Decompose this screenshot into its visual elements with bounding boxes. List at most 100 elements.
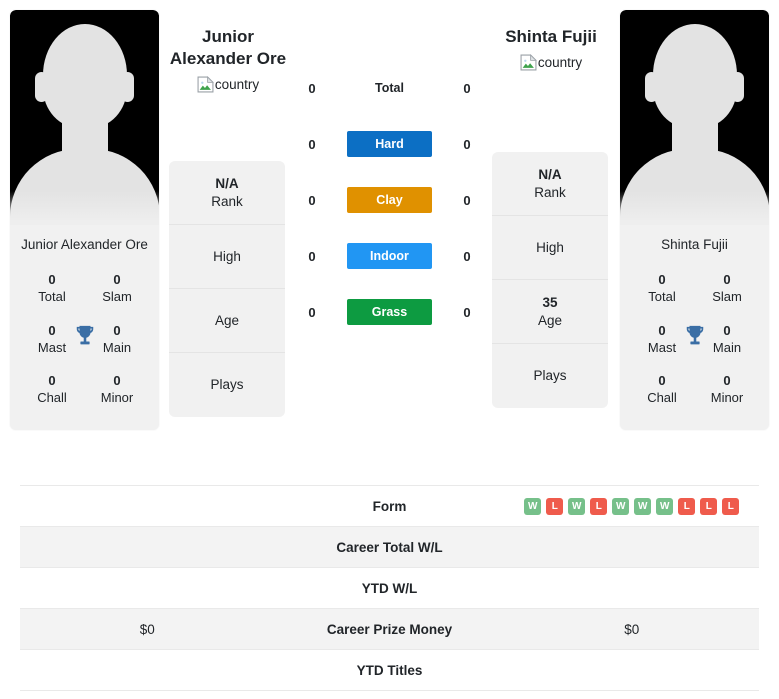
right-player-name-line1: Shinta Fujii <box>505 27 597 46</box>
right-total-wins: 0 <box>463 80 471 96</box>
stat-mast-label: Mast <box>647 339 677 355</box>
row-label-career-prize-money: Career Prize Money <box>326 621 453 637</box>
left-player-info-column: Junior Alexander Ore country N/A Rank Hi… <box>169 10 287 418</box>
stat-total-label: Total <box>38 289 66 305</box>
right-player-avatar <box>620 10 769 225</box>
stat-total: 0 Total <box>24 271 80 305</box>
stat-mast-value: 0 <box>48 322 56 338</box>
right-player-column: Shinta Fujii 0 Total 0 Slam 0 Mast 0 Mai… <box>610 10 779 431</box>
right-player-info-card: N/A Rank High 35 Age Plays <box>492 152 608 409</box>
stat-main-label: Main <box>102 339 132 355</box>
left-player-country: country <box>169 76 287 93</box>
stat-main-label: Main <box>712 339 742 355</box>
table-row-form: Form WLWLWWWLLL <box>20 486 759 527</box>
left-info-rank: N/A Rank <box>169 161 285 226</box>
avatar-ear-left <box>645 72 658 102</box>
table-row-career-prize-money: $0 Career Prize Money $0 <box>20 609 759 650</box>
avatar-ear-left <box>35 72 48 102</box>
player-comparison-page: Junior Alexander Ore 0 Total 0 Slam 0 Ma… <box>0 0 779 699</box>
left-player-name-line1: Junior <box>202 27 254 46</box>
stat-chall-label: Chall <box>37 389 67 405</box>
row-label-ytd-wl: YTD W/L <box>361 580 418 596</box>
right-player-card-name: Shinta Fujii <box>620 225 769 264</box>
stat-total-value: 0 <box>658 272 666 288</box>
comparison-stats-table: Form WLWLWWWLLL Career Total W/L YTD W/L… <box>20 485 759 691</box>
surface-comparison: 0 Total 0 0 Hard 0 0 Clay 0 0 Indoor 0 0 <box>287 10 492 340</box>
right-info-high: High <box>492 216 608 281</box>
stat-minor: 0 Minor <box>89 372 145 406</box>
right-player-info-column: Shinta Fujii country N/A Rank High 35 Ag… <box>492 10 610 409</box>
titles-row-3: 0 Chall 0 Minor <box>10 366 159 416</box>
left-player-name-line2: Alexander Ore <box>169 49 287 69</box>
right-plays-label: Plays <box>533 368 567 384</box>
stat-total-label: Total <box>648 289 676 305</box>
right-indoor-wins: 0 <box>463 248 471 264</box>
row-label-ytd-titles: YTD Titles <box>356 662 423 678</box>
form-badge-win: W <box>568 497 586 515</box>
stat-minor-label: Minor <box>100 389 134 405</box>
avatar-ear-right <box>121 72 134 102</box>
stat-main-value: 0 <box>113 322 121 338</box>
form-badge-loss: L <box>590 497 608 515</box>
right-player-titles-grid: 0 Total 0 Slam 0 Mast 0 Main 0 Chall 0 M… <box>620 263 769 431</box>
right-info-age: 35 Age <box>492 280 608 345</box>
stat-main: 0 Main <box>699 322 755 356</box>
form-badge-loss: L <box>700 497 718 515</box>
right-prize-money: $0 <box>624 621 640 637</box>
left-age-label: Age <box>214 312 240 328</box>
left-country-alt-text: country <box>214 77 260 93</box>
stat-main-value: 0 <box>723 322 731 338</box>
form-badge-win: W <box>656 497 674 515</box>
stat-slam: 0 Slam <box>699 271 755 305</box>
avatar-head <box>42 24 127 128</box>
stat-mast: 0 Mast <box>24 322 80 356</box>
stat-minor-value: 0 <box>723 372 731 388</box>
right-country-alt-text: country <box>537 55 583 71</box>
right-high-label: High <box>536 239 564 255</box>
stat-slam: 0 Slam <box>89 271 145 305</box>
left-player-titles-grid: 0 Total 0 Slam 0 Mast 0 Main 0 Chall 0 M… <box>10 263 159 431</box>
titles-row-1: 0 Total 0 Slam <box>10 265 159 315</box>
form-badge-win: W <box>612 497 630 515</box>
trophy-icon <box>74 324 96 348</box>
stat-total-value: 0 <box>48 272 56 288</box>
left-info-age: Age <box>169 289 285 354</box>
left-prize-money: $0 <box>139 621 155 637</box>
surface-row-clay: 0 Clay 0 <box>287 172 492 228</box>
left-info-high: High <box>169 225 285 290</box>
stat-minor-value: 0 <box>113 372 121 388</box>
right-player-country: country <box>492 54 610 71</box>
form-badge-list: WLWLWWWLLL <box>505 497 760 515</box>
broken-image-icon <box>520 54 537 71</box>
left-player-card-name: Junior Alexander Ore <box>10 225 159 264</box>
stat-slam-value: 0 <box>113 272 121 288</box>
left-player-card[interactable]: Junior Alexander Ore 0 Total 0 Slam 0 Ma… <box>10 10 159 431</box>
right-player-card[interactable]: Shinta Fujii 0 Total 0 Slam 0 Mast 0 Mai… <box>620 10 769 431</box>
stat-minor: 0 Minor <box>699 372 755 406</box>
stat-slam-label: Slam <box>712 289 742 305</box>
left-indoor-wins: 0 <box>308 248 316 264</box>
stat-main: 0 Main <box>89 322 145 356</box>
stat-chall-label: Chall <box>647 389 677 405</box>
avatar-fade <box>10 191 159 225</box>
stat-mast: 0 Mast <box>634 322 690 356</box>
avatar-ear-right <box>731 72 744 102</box>
surface-label-grass: Grass <box>347 299 432 325</box>
avatar-head <box>652 24 737 128</box>
stat-mast-value: 0 <box>658 322 666 338</box>
stat-slam-label: Slam <box>102 289 132 305</box>
form-badge-win: W <box>634 497 652 515</box>
right-info-rank: N/A Rank <box>492 152 608 217</box>
left-grass-wins: 0 <box>308 304 316 320</box>
left-player-column: Junior Alexander Ore 0 Total 0 Slam 0 Ma… <box>0 10 169 431</box>
stat-chall: 0 Chall <box>24 372 80 406</box>
surface-label-total: Total <box>375 81 404 95</box>
right-player-name: Shinta Fujii <box>492 26 610 48</box>
titles-row-2: 0 Mast 0 Main <box>10 316 159 366</box>
right-age-label: Age <box>537 312 563 328</box>
surface-row-indoor: 0 Indoor 0 <box>287 228 492 284</box>
stat-minor-label: Minor <box>710 389 744 405</box>
left-clay-wins: 0 <box>308 192 316 208</box>
right-form-cell: WLWLWWWLLL <box>505 497 760 515</box>
avatar-fade <box>620 191 769 225</box>
